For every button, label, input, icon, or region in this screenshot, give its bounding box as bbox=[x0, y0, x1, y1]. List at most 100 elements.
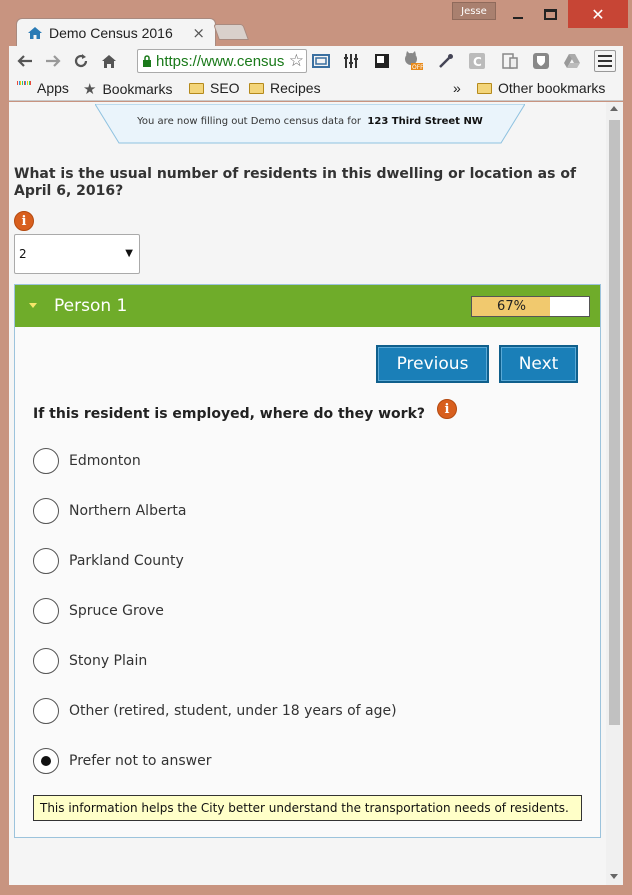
cast-icon[interactable] bbox=[310, 50, 332, 72]
svg-text:C: C bbox=[473, 55, 482, 69]
reload-icon bbox=[74, 54, 88, 68]
new-tab-button[interactable] bbox=[213, 24, 249, 40]
svg-text:OFF: OFF bbox=[412, 64, 424, 71]
bookmark-bookmarks[interactable]: ★ Bookmarks bbox=[83, 80, 172, 98]
window-extension-icon[interactable] bbox=[371, 50, 393, 72]
person-title: Person 1 bbox=[54, 296, 128, 316]
radio-option[interactable]: Other (retired, student, under 18 years … bbox=[33, 697, 533, 725]
radio-option[interactable]: Northern Alberta bbox=[33, 497, 533, 525]
home-icon bbox=[27, 26, 43, 40]
radio-button[interactable] bbox=[33, 748, 59, 774]
progress-bar: 67% bbox=[471, 296, 590, 317]
radio-option-label: Edmonton bbox=[69, 453, 141, 469]
minimize-button[interactable] bbox=[503, 0, 533, 28]
lock-icon bbox=[143, 55, 151, 67]
info-icon[interactable]: i bbox=[14, 211, 34, 231]
radio-option-label: Spruce Grove bbox=[69, 603, 164, 619]
home-icon bbox=[102, 54, 116, 68]
radio-option-label: Northern Alberta bbox=[69, 503, 187, 519]
user-profile-badge[interactable]: Jesse bbox=[452, 2, 496, 20]
bookmarks-bar: Apps ★ Bookmarks SEO Recipes » Other boo… bbox=[9, 76, 623, 101]
radio-option-label: Prefer not to answer bbox=[69, 753, 212, 769]
tab-demo-census[interactable]: Demo Census 2016 × bbox=[16, 18, 216, 46]
browser-toolbar: https://www.census ☆ OFF C bbox=[9, 46, 623, 76]
employment-question: If this resident is employed, where do t… bbox=[33, 406, 426, 422]
back-icon bbox=[17, 55, 32, 67]
star-icon: ★ bbox=[83, 81, 97, 98]
bookmark-label: Bookmarks bbox=[102, 81, 173, 97]
radio-option-label: Other (retired, student, under 18 years … bbox=[69, 703, 397, 719]
shield-extension-icon[interactable] bbox=[530, 50, 552, 72]
hamburger-menu-icon bbox=[598, 55, 612, 67]
radio-option[interactable]: Parkland County bbox=[33, 547, 533, 575]
radio-button[interactable] bbox=[33, 698, 59, 724]
c-extension-icon[interactable]: C bbox=[466, 50, 488, 72]
notice-text: You are now filling out Demo census data… bbox=[95, 116, 525, 127]
home-button[interactable] bbox=[97, 49, 121, 73]
radio-option[interactable]: Prefer not to answer bbox=[33, 747, 533, 775]
residents-count-select[interactable]: 2 ▼ bbox=[14, 234, 140, 274]
window-bottom-border bbox=[9, 885, 623, 895]
person-panel-header[interactable]: Person 1 67% bbox=[15, 285, 600, 327]
notice-prefix: You are now filling out Demo census data… bbox=[137, 116, 362, 127]
bookmark-folder-recipes[interactable]: Recipes bbox=[249, 80, 321, 96]
radio-button[interactable] bbox=[33, 598, 59, 624]
bookmark-label: Other bookmarks bbox=[498, 80, 606, 96]
radio-button[interactable] bbox=[33, 548, 59, 574]
bookmark-folder-seo[interactable]: SEO bbox=[189, 80, 240, 96]
scroll-down-arrow-icon[interactable] bbox=[610, 874, 618, 879]
equalizer-icon[interactable] bbox=[340, 50, 362, 72]
info-icon[interactable]: i bbox=[437, 399, 457, 419]
tab-close-icon[interactable]: × bbox=[192, 24, 205, 42]
vertical-scrollbar[interactable] bbox=[606, 102, 623, 885]
scroll-up-arrow-icon[interactable] bbox=[610, 106, 618, 111]
radio-button[interactable] bbox=[33, 648, 59, 674]
residents-question: What is the usual number of residents in… bbox=[14, 166, 577, 199]
help-tooltip: This information helps the City better u… bbox=[33, 795, 582, 821]
page-viewport: You are now filling out Demo census data… bbox=[9, 102, 606, 885]
eyedropper-icon[interactable] bbox=[435, 50, 457, 72]
minimize-icon bbox=[513, 17, 523, 19]
bookmark-folder-other[interactable]: Other bookmarks bbox=[477, 80, 605, 96]
bookmarks-overflow-button[interactable]: » bbox=[453, 80, 461, 96]
maximize-icon bbox=[543, 8, 557, 20]
progress-label: 67% bbox=[497, 299, 526, 314]
previous-button[interactable]: Previous bbox=[376, 345, 489, 383]
folder-icon bbox=[477, 82, 492, 94]
radio-button[interactable] bbox=[33, 448, 59, 474]
cat-off-extension-icon[interactable]: OFF bbox=[402, 50, 424, 72]
forward-icon bbox=[46, 55, 61, 67]
address-bar[interactable]: https://www.census ☆ bbox=[137, 49, 307, 73]
back-button[interactable] bbox=[13, 49, 37, 73]
forward-button[interactable] bbox=[41, 49, 65, 73]
dropdown-arrow-icon: ▼ bbox=[125, 248, 133, 259]
reload-button[interactable] bbox=[69, 49, 93, 73]
radio-button[interactable] bbox=[33, 498, 59, 524]
maximize-button[interactable] bbox=[533, 0, 567, 28]
apps-grid-icon bbox=[17, 81, 32, 95]
close-icon: ✕ bbox=[591, 4, 605, 24]
close-window-button[interactable]: ✕ bbox=[568, 0, 628, 28]
radio-option[interactable]: Spruce Grove bbox=[33, 597, 533, 625]
bookmark-label: Recipes bbox=[270, 80, 321, 96]
collapse-caret-icon[interactable] bbox=[29, 303, 37, 308]
notice-address: 123 Third Street NW bbox=[367, 116, 483, 127]
bookmark-star-icon[interactable]: ☆ bbox=[288, 51, 304, 71]
radio-option[interactable]: Edmonton bbox=[33, 447, 533, 475]
bookmark-label: Apps bbox=[37, 80, 69, 96]
tab-title: Demo Census 2016 bbox=[49, 24, 173, 41]
folder-icon bbox=[189, 82, 204, 94]
devices-icon[interactable] bbox=[499, 50, 521, 72]
next-button[interactable]: Next bbox=[499, 345, 578, 383]
radio-option-label: Parkland County bbox=[69, 553, 184, 569]
radio-option[interactable]: Stony Plain bbox=[33, 647, 533, 675]
scroll-thumb[interactable] bbox=[609, 120, 620, 725]
drive-icon[interactable] bbox=[561, 50, 583, 72]
person-panel: Person 1 67% Previous Next If this resid… bbox=[14, 284, 601, 838]
address-notice-banner: You are now filling out Demo census data… bbox=[95, 104, 525, 144]
url-text: https://www.census bbox=[156, 52, 285, 70]
menu-button[interactable] bbox=[594, 50, 616, 72]
radio-option-label: Stony Plain bbox=[69, 653, 148, 669]
bookmark-apps[interactable]: Apps bbox=[17, 80, 69, 96]
bookmark-label: SEO bbox=[210, 80, 240, 96]
